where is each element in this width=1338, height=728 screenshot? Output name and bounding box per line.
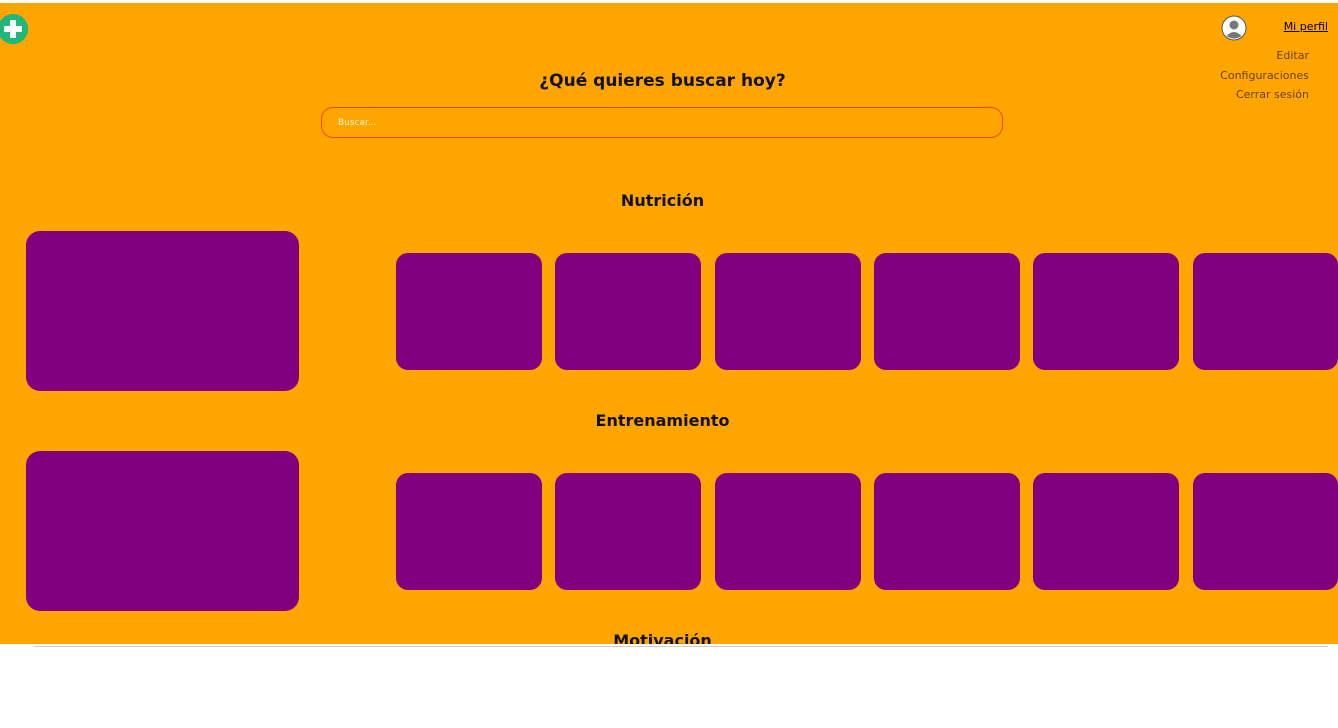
my-profile-link[interactable]: Mi perfil (1284, 20, 1328, 33)
training-card[interactable] (1033, 473, 1179, 590)
search-title: ¿Qué quieres buscar hoy? (539, 71, 786, 91)
section-title-training: Entrenamiento (595, 411, 730, 430)
nutrition-card[interactable] (555, 253, 701, 370)
avatar[interactable] (1221, 15, 1247, 41)
app-container: Mi perfil Editar Configuraciones Cerrar … (0, 3, 1338, 644)
page-divider (34, 646, 1328, 647)
user-avatar-icon (1221, 15, 1247, 41)
nutrition-card[interactable] (874, 253, 1020, 370)
nutrition-card[interactable] (1033, 253, 1179, 370)
section-title-nutrition: Nutrición (620, 191, 705, 210)
training-card[interactable] (715, 473, 861, 590)
plus-circle-icon (0, 14, 28, 44)
menu-item-edit[interactable]: Editar (1276, 49, 1309, 62)
page: Mi perfil Editar Configuraciones Cerrar … (0, 0, 1338, 728)
nutrition-card[interactable] (715, 253, 861, 370)
featured-card-training[interactable] (26, 451, 299, 611)
nutrition-card[interactable] (1193, 253, 1338, 370)
training-card[interactable] (874, 473, 1020, 590)
training-card[interactable] (555, 473, 701, 590)
profile-menu: Mi perfil Editar Configuraciones Cerrar … (1208, 15, 1328, 105)
search-input[interactable] (321, 107, 1003, 138)
training-card[interactable] (1193, 473, 1338, 590)
section-title-motivation: Motivación (613, 631, 712, 644)
training-card[interactable] (396, 473, 542, 590)
nutrition-card[interactable] (396, 253, 542, 370)
add-button[interactable] (0, 14, 28, 44)
featured-card-nutrition[interactable] (26, 231, 299, 391)
